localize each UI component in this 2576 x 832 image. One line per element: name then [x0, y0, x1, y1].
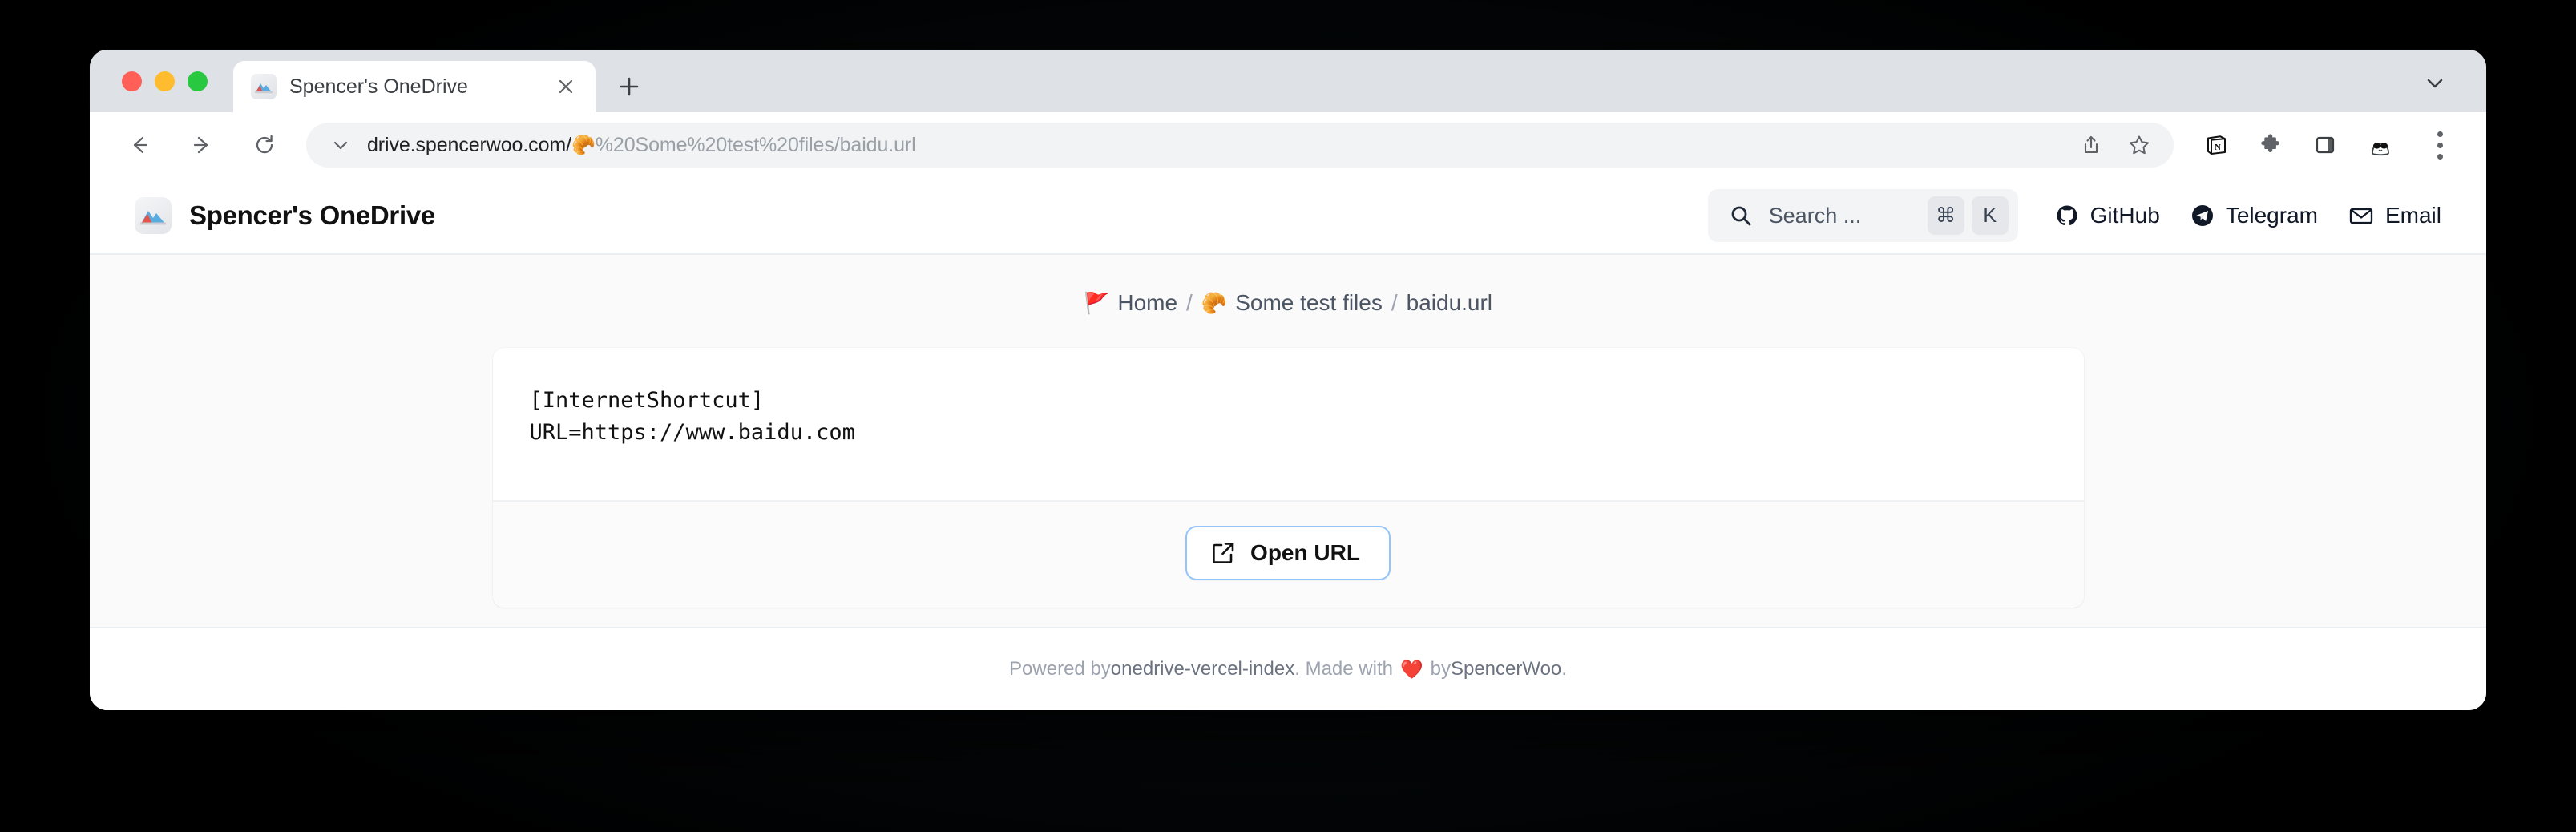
footer-prefix: Powered by [1009, 658, 1111, 680]
chevron-down-icon[interactable] [2416, 64, 2454, 103]
home-flag-emoji: 🚩 [1083, 290, 1110, 315]
header-link-label: GitHub [2089, 203, 2160, 228]
breadcrumb-separator: / [1391, 290, 1398, 315]
url-path: %20Some%20test%20files/baidu.url [595, 133, 916, 156]
footer-author-link[interactable]: SpencerWoo [1451, 658, 1561, 681]
chevron-down-icon[interactable] [327, 131, 354, 159]
arrow-left-icon[interactable] [117, 123, 162, 168]
mountain-image-icon [135, 197, 172, 234]
page-viewport: Spencer's OneDrive Search ... ⌘ K GitHub… [90, 178, 2486, 710]
notion-extension-icon[interactable]: N [2194, 123, 2238, 167]
open-url-button-label: Open URL [1250, 540, 1360, 565]
footer-period: . [1561, 658, 1567, 680]
search-placeholder: Search ... [1768, 203, 1862, 228]
browser-tab-title: Spencer's OneDrive [289, 75, 468, 98]
site-brand[interactable]: Spencer's OneDrive [135, 197, 435, 234]
search-shortcut-keys: ⌘ K [1927, 196, 2009, 235]
new-tab-button[interactable] [608, 66, 650, 107]
header-link-telegram[interactable]: Telegram [2190, 203, 2318, 228]
breadcrumb-item-folder[interactable]: Some test files [1235, 290, 1383, 316]
site-header-nav: Search ... ⌘ K GitHub Telegram Email [1707, 189, 2441, 242]
minimize-window-button[interactable] [155, 71, 175, 91]
breadcrumb-separator: / [1186, 290, 1193, 315]
arrow-right-icon[interactable] [180, 123, 224, 168]
reload-icon[interactable] [242, 123, 287, 168]
url-emoji: 🥐 [571, 134, 596, 156]
side-panel-icon[interactable] [2303, 123, 2347, 167]
breadcrumb-item-current: baidu.url [1406, 290, 1493, 315]
address-bar[interactable]: drive.spencerwoo.com/🥐%20Some%20test%20f… [306, 123, 2174, 168]
browser-window: Spencer's OneDrive drive.spencerwoo.com/… [90, 50, 2486, 710]
star-icon[interactable] [2118, 123, 2161, 167]
window-traffic-lights [111, 50, 222, 112]
address-bar-actions [2069, 123, 2166, 167]
file-actions-bar: Open URL [492, 500, 2084, 608]
site-footer: Powered by onedrive-vercel-index . Made … [90, 627, 2486, 710]
header-link-label: Telegram [2225, 203, 2318, 228]
profile-avatar-icon[interactable] [2358, 123, 2403, 168]
github-icon [2055, 204, 2079, 228]
breadcrumb-item-home[interactable]: Home [1117, 290, 1177, 316]
three-dot-menu-icon[interactable] [2421, 123, 2459, 167]
svg-text:N: N [2215, 143, 2221, 152]
header-link-label: Email [2384, 203, 2441, 228]
search-input[interactable]: Search ... ⌘ K [1707, 189, 2018, 242]
footer-middle: . Made with [1294, 658, 1393, 680]
open-url-button[interactable]: Open URL [1185, 526, 1391, 580]
browser-toolbar: drive.spencerwoo.com/🥐%20Some%20test%20f… [90, 112, 2486, 178]
url-domain: drive.spencerwoo.com/ [367, 133, 571, 156]
external-link-icon [1211, 541, 1235, 565]
heart-emoji: ❤️ [1399, 658, 1423, 680]
browser-toolbar-extras: N [2194, 123, 2459, 168]
site-header: Spencer's OneDrive Search ... ⌘ K GitHub… [90, 178, 2486, 255]
browser-tab-strip: Spencer's OneDrive [90, 50, 2486, 112]
envelope-icon [2348, 204, 2374, 228]
footer-suffix: by [1430, 658, 1451, 680]
main-content: 🚩 Home / 🥐 Some test files / baidu.url [… [90, 255, 2486, 627]
kbd-command: ⌘ [1927, 196, 1964, 235]
breadcrumb: 🚩 Home / 🥐 Some test files / baidu.url [1084, 290, 1492, 316]
file-preview-card: [InternetShortcut] URL=https://www.baidu… [492, 348, 2084, 608]
footer-project-link[interactable]: onedrive-vercel-index [1111, 658, 1294, 681]
header-link-email[interactable]: Email [2348, 203, 2441, 228]
address-bar-url[interactable]: drive.spencerwoo.com/🥐%20Some%20test%20f… [367, 134, 2069, 157]
share-icon[interactable] [2069, 123, 2113, 167]
browser-tab[interactable]: Spencer's OneDrive [233, 61, 596, 112]
page-title: Spencer's OneDrive [189, 200, 435, 230]
mountain-image-icon [251, 74, 277, 99]
header-link-github[interactable]: GitHub [2055, 203, 2160, 228]
file-preview-text: [InternetShortcut] URL=https://www.baidu… [529, 388, 855, 445]
close-window-button[interactable] [122, 71, 142, 91]
telegram-icon [2190, 204, 2215, 228]
file-preview-body: [InternetShortcut] URL=https://www.baidu… [493, 348, 2084, 500]
kbd-k: K [1971, 196, 2009, 235]
search-icon [1729, 204, 1753, 228]
close-icon[interactable] [552, 73, 579, 100]
puzzle-piece-icon[interactable] [2249, 123, 2292, 167]
desktop-backdrop: Spencer's OneDrive drive.spencerwoo.com/… [0, 0, 2576, 832]
folder-croissant-emoji: 🥐 [1201, 290, 1228, 315]
maximize-window-button[interactable] [188, 71, 208, 91]
